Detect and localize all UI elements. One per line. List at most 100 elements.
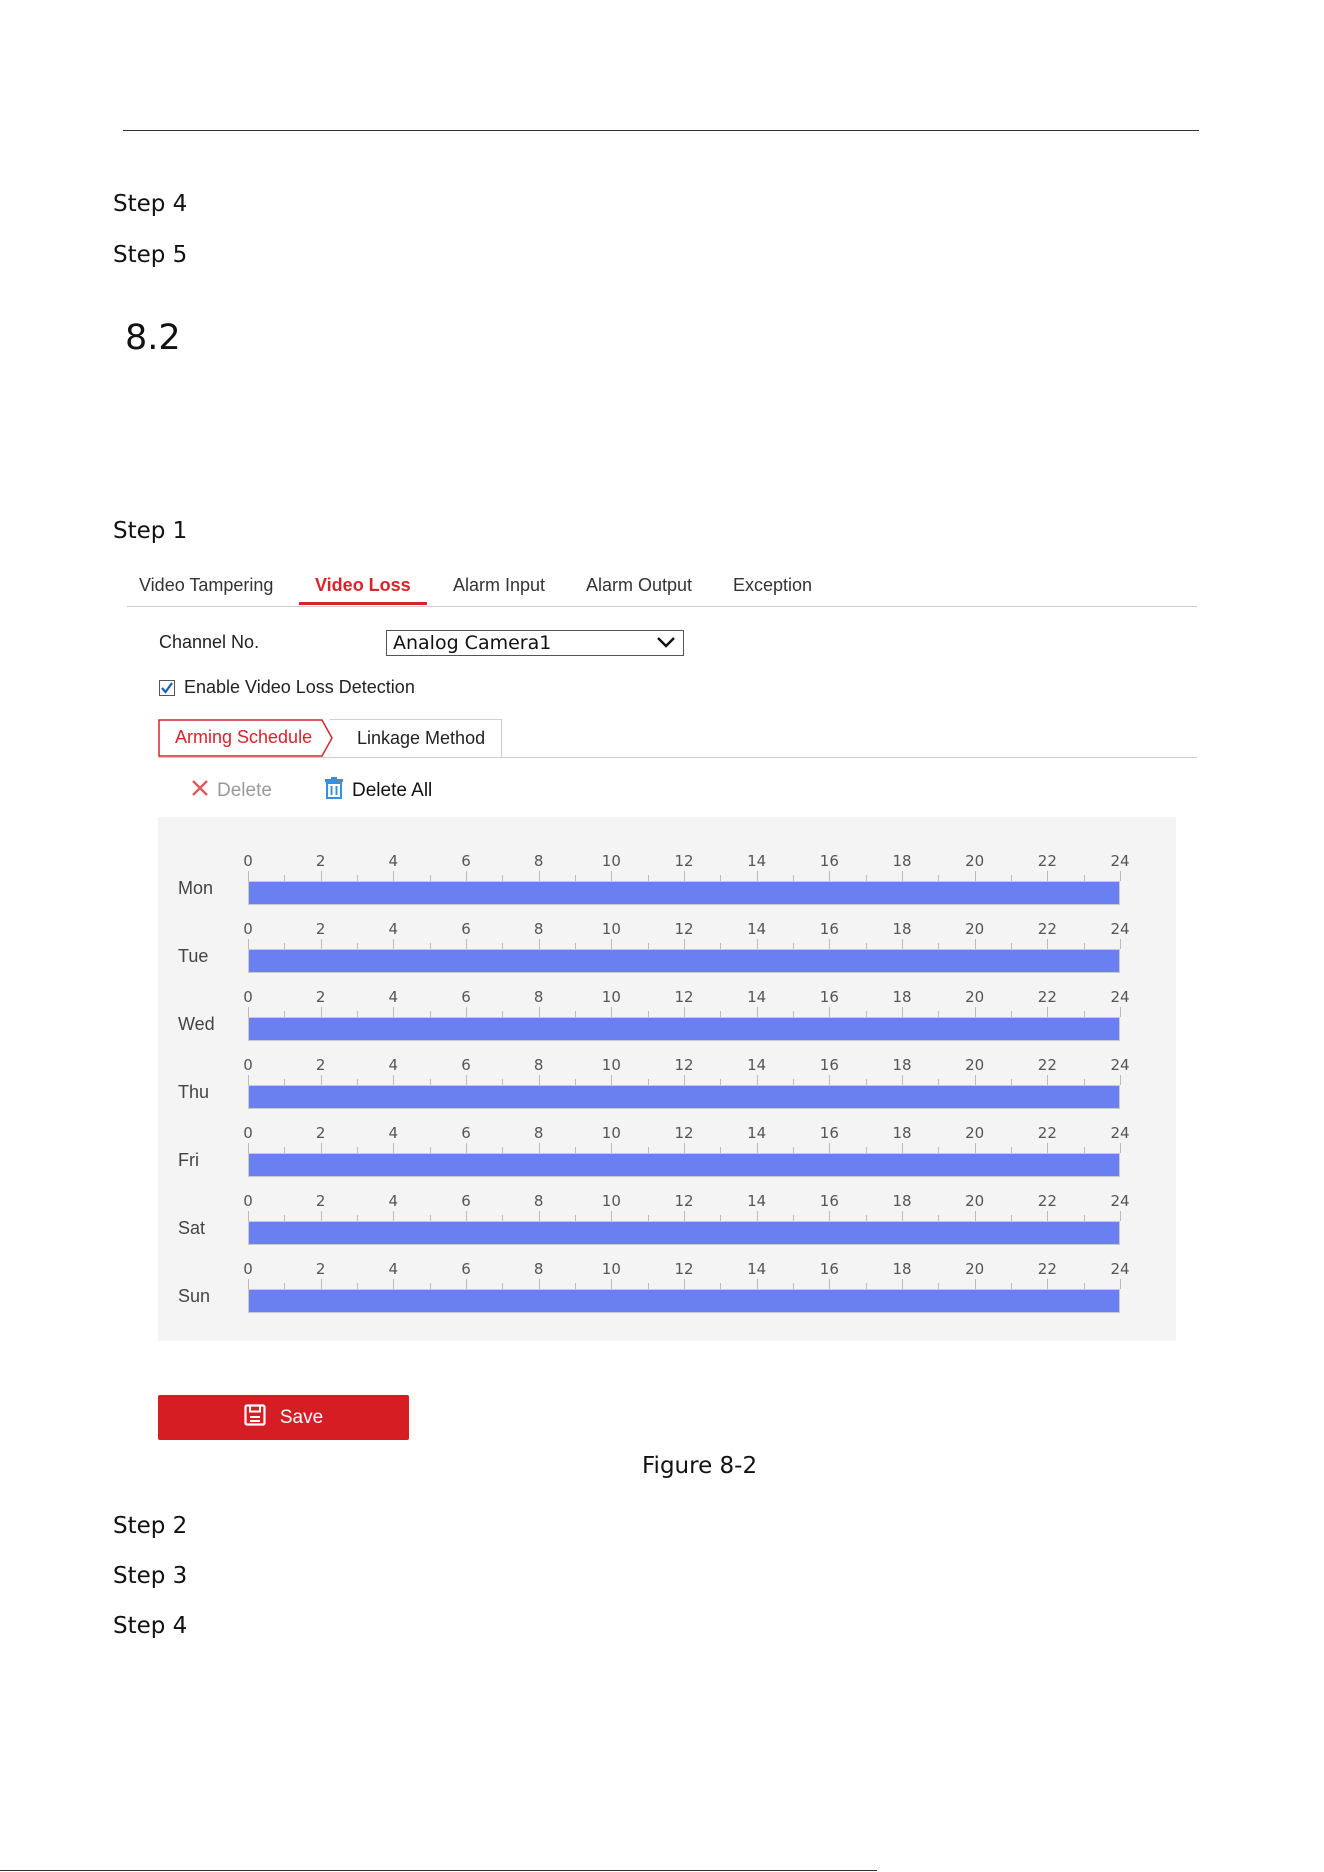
hour-tick <box>320 1143 322 1153</box>
step-4-bottom: Step 4 <box>113 1613 188 1639</box>
enable-video-loss-label: Enable Video Loss Detection <box>184 677 415 697</box>
hour-tick <box>1120 939 1121 949</box>
chevron-down-icon <box>656 634 676 655</box>
hour-label: 16 <box>819 1056 839 1074</box>
hour-label: 12 <box>674 1056 694 1074</box>
delete-all-button[interactable]: Delete All <box>324 777 433 804</box>
save-button[interactable]: Save <box>158 1395 409 1440</box>
schedule-row-tue: Tue 0 2 4 6 8 10 12 14 16 18 20 22 24 <box>158 895 1176 973</box>
hour-tick <box>684 1143 685 1153</box>
hour-label: 24 <box>1110 1192 1130 1210</box>
hour-tick <box>829 1279 831 1289</box>
hour-tick <box>1120 871 1121 881</box>
hour-tick <box>611 939 613 949</box>
channel-label: Channel No. <box>159 632 260 652</box>
hour-tick <box>393 1143 395 1153</box>
hour-tick <box>829 1007 831 1017</box>
hour-label: 20 <box>965 1260 985 1278</box>
hour-label: 22 <box>1037 1124 1057 1142</box>
hour-label: 24 <box>1110 852 1130 870</box>
hour-label: 6 <box>461 1124 471 1142</box>
hour-label: 2 <box>315 1192 326 1210</box>
step-4-top: Step 4 <box>113 191 188 217</box>
hour-label: 12 <box>674 1124 694 1142</box>
hour-tick <box>902 1143 903 1153</box>
hour-tick <box>320 1279 322 1289</box>
hour-tick <box>829 1075 831 1085</box>
delete-all-label: Delete All <box>352 780 433 801</box>
hour-tick <box>466 1279 467 1289</box>
hour-tick <box>248 1143 249 1153</box>
step-5-top: Step 5 <box>113 242 188 268</box>
hour-label: 20 <box>965 1192 985 1210</box>
hour-tick <box>829 1211 831 1221</box>
tab-alarm-output[interactable]: Alarm Output <box>586 568 692 605</box>
linkage-method-label: Linkage Method <box>357 728 486 748</box>
subtabs-divider <box>158 757 1197 758</box>
hour-tick <box>320 1211 322 1221</box>
hour-label: 20 <box>965 852 985 870</box>
hour-label: 2 <box>315 1124 326 1142</box>
hour-label: 14 <box>747 988 767 1006</box>
hour-label: 18 <box>892 1192 912 1210</box>
hour-label: 4 <box>388 852 399 870</box>
hour-label: 6 <box>461 852 471 870</box>
hour-tick <box>1120 1211 1121 1221</box>
footer-rule <box>0 1870 877 1871</box>
hour-tick <box>756 1211 758 1221</box>
enable-video-loss-checkbox[interactable] <box>159 680 175 696</box>
hour-label: 14 <box>747 852 767 870</box>
hour-label: 0 <box>243 988 253 1006</box>
hour-label: 12 <box>674 988 694 1006</box>
hour-label: 2 <box>315 852 326 870</box>
hour-label: 6 <box>461 1056 471 1074</box>
tab-video-loss[interactable]: Video Loss <box>299 568 427 605</box>
hour-label: 22 <box>1037 920 1057 938</box>
delete-button[interactable]: Delete <box>191 778 272 804</box>
hour-tick <box>466 939 467 949</box>
tab-exception[interactable]: Exception <box>733 568 812 605</box>
hour-label: 18 <box>892 852 912 870</box>
tab-arming-schedule[interactable]: Arming Schedule <box>158 719 334 757</box>
hour-tick <box>829 871 831 881</box>
hour-label: 6 <box>461 1192 471 1210</box>
hour-tick <box>684 1211 685 1221</box>
schedule-bar-sun[interactable] <box>248 1289 1120 1313</box>
step-2: Step 2 <box>113 1513 188 1539</box>
delete-label: Delete <box>217 780 272 801</box>
hour-tick <box>684 939 685 949</box>
hour-tick <box>902 1075 903 1085</box>
hour-tick <box>1047 939 1049 949</box>
day-label: Sun <box>178 1286 211 1306</box>
hour-label: 8 <box>533 1260 544 1278</box>
channel-select[interactable]: Analog Camera1 <box>386 630 684 656</box>
hour-tick <box>248 1279 249 1289</box>
tab-video-tampering[interactable]: Video Tampering <box>139 568 273 605</box>
hour-label: 10 <box>601 852 621 870</box>
hour-label: 16 <box>819 920 839 938</box>
hour-tick <box>611 871 613 881</box>
header-rule <box>123 130 1199 131</box>
hour-label: 22 <box>1037 852 1057 870</box>
hour-label: 0 <box>243 852 253 870</box>
hour-tick <box>974 1075 976 1085</box>
hour-tick <box>611 1075 613 1085</box>
hour-label: 16 <box>819 1124 839 1142</box>
hour-tick <box>1120 1279 1121 1289</box>
hour-tick <box>902 1211 903 1221</box>
hour-tick <box>320 1075 322 1085</box>
tab-alarm-input[interactable]: Alarm Input <box>453 568 545 605</box>
hour-label: 14 <box>747 1124 767 1142</box>
tab-linkage-method[interactable]: Linkage Method <box>330 719 502 757</box>
hour-tick <box>974 871 976 881</box>
hour-tick <box>902 1007 903 1017</box>
channel-select-value: Analog Camera1 <box>393 632 552 654</box>
hour-label: 0 <box>243 1192 253 1210</box>
hour-tick <box>902 871 903 881</box>
hour-tick <box>248 1007 249 1017</box>
hour-label: 10 <box>601 1192 621 1210</box>
hour-tick <box>393 1211 395 1221</box>
hour-label: 14 <box>747 1260 767 1278</box>
hour-tick <box>466 1075 467 1085</box>
hour-tick <box>393 1279 395 1289</box>
